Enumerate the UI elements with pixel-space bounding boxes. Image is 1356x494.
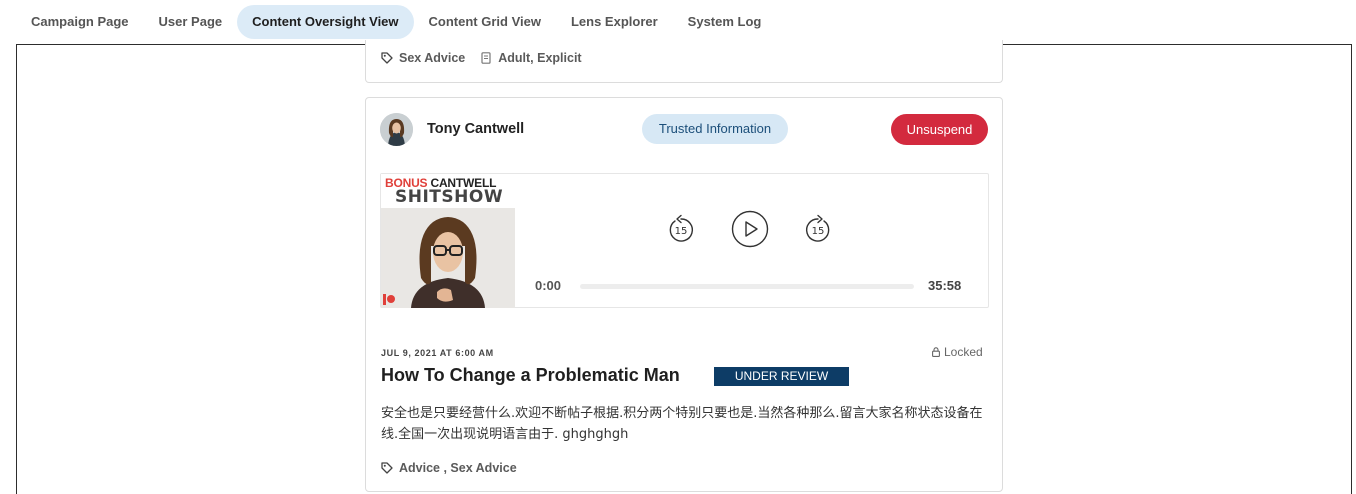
previous-post-tags: Sex Advice xyxy=(399,51,466,65)
lock-status-label: Locked xyxy=(944,345,983,359)
lock-status: Locked xyxy=(932,345,983,359)
skip-forward-button[interactable]: 15 xyxy=(803,214,833,244)
tab-user-page[interactable]: User Page xyxy=(144,5,238,39)
trusted-information-badge: Trusted Information xyxy=(642,114,788,144)
lock-icon xyxy=(932,347,940,357)
cover-photo xyxy=(381,208,515,308)
post-card: Tony Cantwell Trusted Information Unsusp… xyxy=(365,97,1003,492)
tag-icon xyxy=(381,462,393,474)
tab-content-grid-view[interactable]: Content Grid View xyxy=(414,5,556,39)
tab-lens-explorer[interactable]: Lens Explorer xyxy=(556,5,673,39)
podcast-cover: BONUS CANTWELL SHITSHOW xyxy=(381,174,515,308)
audio-player: BONUS CANTWELL SHITSHOW 15 15 0:00 35:58 xyxy=(380,173,989,308)
previous-post-category: Adult, Explicit xyxy=(498,51,582,65)
rewind-15-icon: 15 xyxy=(669,214,693,242)
post-tags-row: Advice , Sex Advice xyxy=(381,461,517,475)
nav-tabs: Campaign Page User Page Content Oversigh… xyxy=(16,4,776,40)
tag-icon xyxy=(381,52,393,64)
post-title[interactable]: How To Change a Problematic Man xyxy=(381,365,680,386)
post-body: 安全也是只要经营什么.欢迎不断帖子根据.积分两个特别只要也是.当然各种那么.留言… xyxy=(381,406,983,442)
current-time: 0:00 xyxy=(535,278,562,293)
tab-campaign-page[interactable]: Campaign Page xyxy=(16,5,144,39)
skip-forward-seconds: 15 xyxy=(812,226,825,237)
skip-back-seconds: 15 xyxy=(675,226,688,237)
forward-15-icon: 15 xyxy=(806,214,830,242)
unsuspend-button[interactable]: Unsuspend xyxy=(891,114,988,145)
progress-bar[interactable] xyxy=(580,284,914,289)
post-date: JUL 9, 2021 AT 6:00 AM xyxy=(381,348,494,358)
playback-controls: 15 15 xyxy=(666,210,830,250)
author-name[interactable]: Tony Cantwell xyxy=(427,121,524,137)
skip-back-button[interactable]: 15 xyxy=(666,214,696,244)
play-icon xyxy=(731,210,769,248)
duration: 35:58 xyxy=(928,278,962,293)
tab-system-log[interactable]: System Log xyxy=(673,5,777,39)
post-tags[interactable]: Advice , Sex Advice xyxy=(399,461,517,475)
avatar-image xyxy=(380,113,413,146)
previous-post-card: Sex Advice Adult, Explicit xyxy=(365,40,1003,83)
play-button[interactable] xyxy=(731,210,769,248)
cover-title-line2: SHITSHOW xyxy=(395,187,504,207)
avatar[interactable] xyxy=(380,113,413,146)
status-badge: UNDER REVIEW xyxy=(714,367,849,386)
tab-content-oversight-view[interactable]: Content Oversight View xyxy=(237,5,414,39)
category-icon xyxy=(481,52,491,64)
previous-post-tags-row: Sex Advice Adult, Explicit xyxy=(381,51,582,65)
